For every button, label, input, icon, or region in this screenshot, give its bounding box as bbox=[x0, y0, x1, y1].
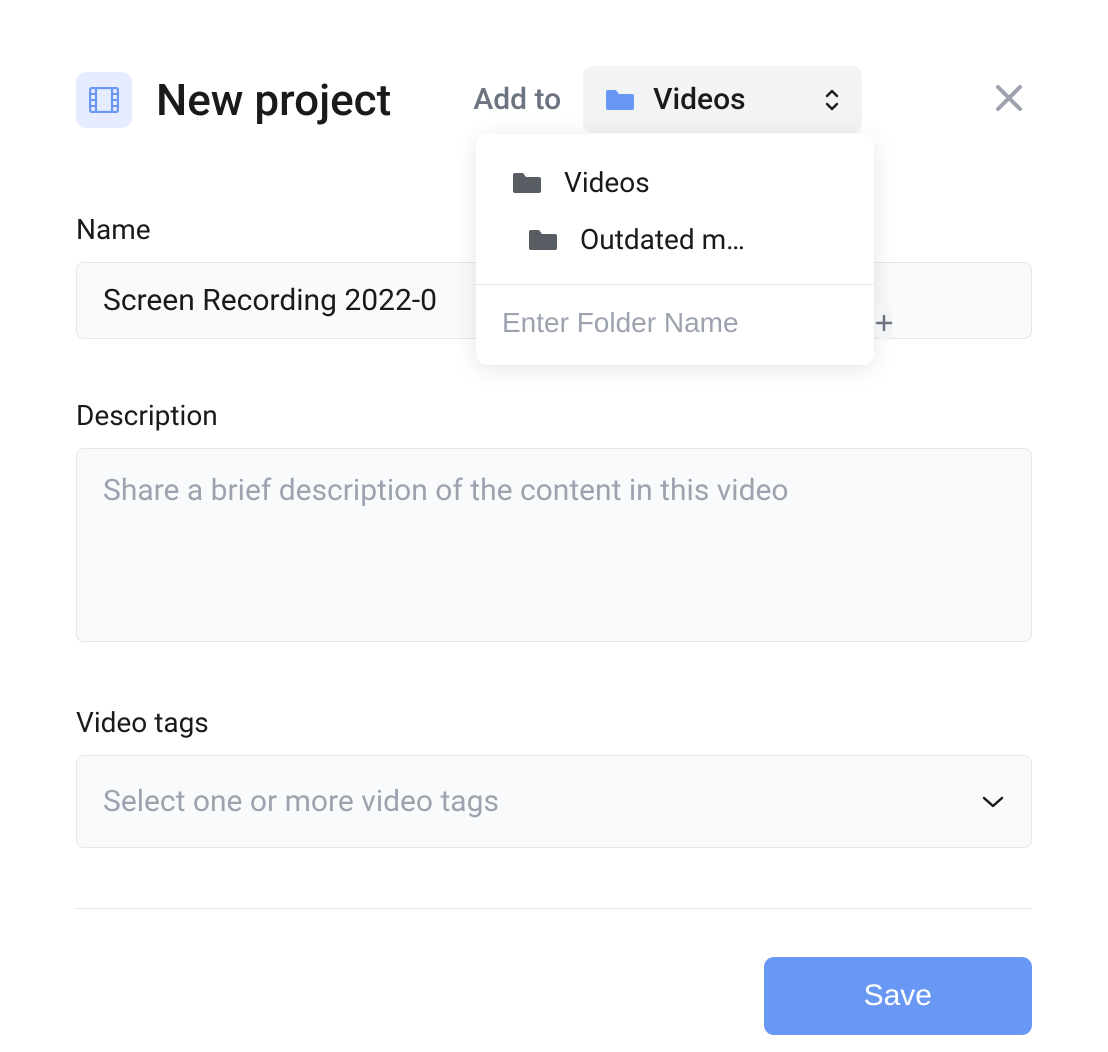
folder-select[interactable]: Videos bbox=[583, 66, 861, 133]
footer-divider bbox=[76, 908, 1032, 909]
folder-option-label: Videos bbox=[564, 166, 650, 199]
modal-footer: Save bbox=[76, 957, 1032, 1035]
add-to-label: Add to bbox=[473, 82, 561, 117]
folder-icon bbox=[528, 228, 558, 252]
description-field-group: Description bbox=[76, 399, 1032, 646]
add-folder-button[interactable] bbox=[875, 305, 893, 341]
folder-icon bbox=[512, 171, 542, 195]
folder-option-outdated[interactable]: Outdated m… bbox=[476, 215, 874, 272]
chevron-down-icon bbox=[981, 795, 1005, 809]
video-clip-icon bbox=[89, 87, 119, 113]
modal-title: New project bbox=[156, 74, 391, 126]
tags-select[interactable]: Select one or more video tags bbox=[76, 755, 1032, 848]
tags-label: Video tags bbox=[76, 706, 1032, 739]
folder-select-value: Videos bbox=[653, 82, 745, 117]
new-folder-input[interactable] bbox=[502, 307, 863, 339]
chevron-updown-icon bbox=[824, 87, 840, 113]
folder-option-label: Outdated m… bbox=[580, 223, 745, 256]
new-folder-row bbox=[476, 285, 874, 365]
tags-field-group: Video tags Select one or more video tags bbox=[76, 706, 1032, 848]
modal-header: New project Add to Videos bbox=[76, 66, 1032, 133]
plus-icon bbox=[875, 314, 893, 332]
folder-dropdown: Videos Outdated m… bbox=[476, 134, 874, 365]
folder-icon bbox=[605, 88, 635, 112]
tags-placeholder: Select one or more video tags bbox=[103, 784, 499, 819]
folder-option-videos[interactable]: Videos bbox=[476, 158, 874, 215]
close-icon bbox=[994, 83, 1024, 113]
close-button[interactable] bbox=[986, 75, 1032, 125]
save-button[interactable]: Save bbox=[764, 957, 1032, 1035]
project-icon-box bbox=[76, 72, 132, 128]
description-label: Description bbox=[76, 399, 1032, 432]
description-input[interactable] bbox=[76, 448, 1032, 642]
